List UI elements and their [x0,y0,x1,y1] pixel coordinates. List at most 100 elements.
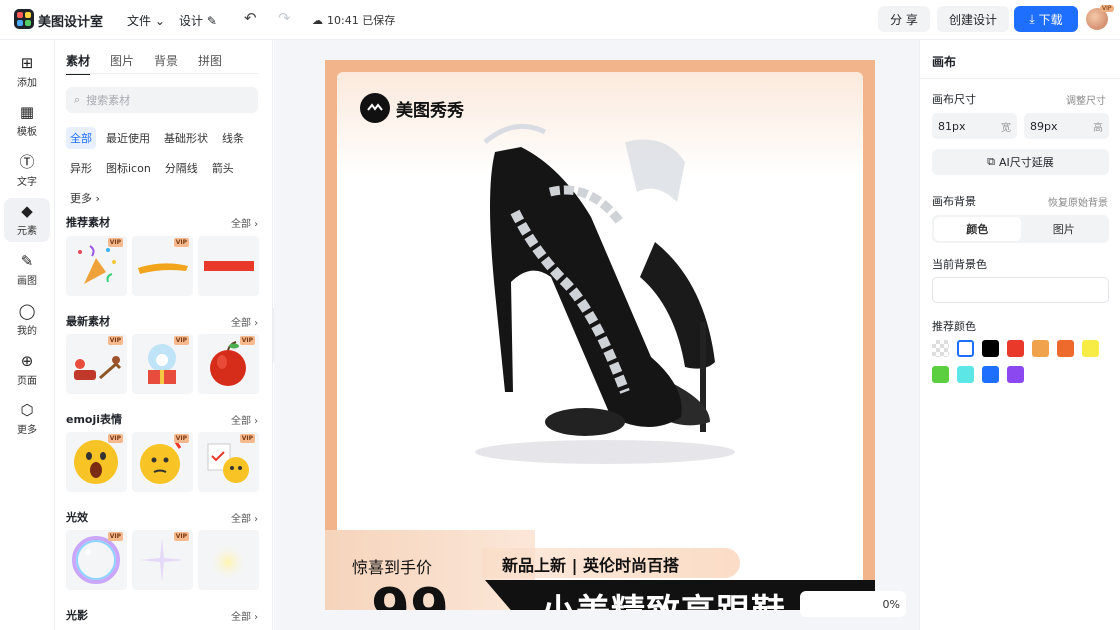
brush-stroke-sticker[interactable]: VIP [132,236,193,296]
rail-item-page[interactable]: ⊕ 页面 [4,348,50,392]
emoji-row: VIP VIP VIP [66,432,259,492]
divider [920,78,1120,79]
app-title: 美图设计室 [38,15,104,30]
color-swatch[interactable] [1082,340,1099,357]
glow-icon [208,542,248,582]
color-swatch[interactable] [932,366,949,383]
sleigh-sticker[interactable]: VIP [66,334,127,394]
file-menu[interactable]: 文件 ⌄ [127,12,165,29]
chevron-down-icon: ⌄ [154,14,165,28]
ai-extend-button[interactable]: ⧉ AI尺寸延展 [932,149,1109,175]
chip-all[interactable]: 全部 [66,127,96,149]
see-all-emoji[interactable]: 全部 › [231,412,258,427]
color-swatch[interactable] [1007,340,1024,357]
rail-item-mine[interactable]: ◯ 我的 [4,298,50,342]
current-color-picker[interactable] [932,277,1109,303]
recommended-colors-label: 推荐颜色 [932,320,976,333]
tab-image[interactable]: 图片 [1021,217,1108,241]
vip-tag: VIP [173,434,189,443]
edit-icon: ✎ [206,14,217,28]
checklist-emoji[interactable]: VIP [198,432,259,492]
category-chips: 全部 最近使用 基础形状 线条 异形 图标icon 分隔线 箭头 更多 › [66,127,266,209]
zoom-control[interactable]: 0% [800,591,906,617]
chip-more[interactable]: 更多 › [66,187,104,209]
template-icon: ▦ [19,103,35,121]
plus-square-icon: ⊞ [20,54,34,72]
section-title-light-shadow: 光影 [66,609,88,622]
high-heel-photo[interactable] [455,122,765,472]
headline-text[interactable]: 小美精致高跟鞋 [541,584,786,610]
sparkle-effect[interactable]: VIP [132,530,193,590]
party-popper-sticker[interactable]: VIP [66,236,127,296]
see-all-newest[interactable]: 全部 › [231,314,258,329]
rail-item-template[interactable]: ▦ 模板 [4,99,50,143]
color-swatch[interactable] [1032,340,1049,357]
color-swatch[interactable] [1057,340,1074,357]
cloud-icon: ☁ [312,13,323,27]
design-menu[interactable]: 设计 ✎ [179,12,217,29]
assets-panel: 素材 图片 背景 拼图 ⌕ 全部 最近使用 基础形状 线条 异形 图标icon … [55,40,273,630]
shocked-emoji[interactable]: VIP [66,432,127,492]
width-unit: 宽 [1001,122,1011,134]
chip-irregular[interactable]: 异形 [66,157,96,179]
chip-dividers[interactable]: 分隔线 [161,157,202,179]
color-swatch[interactable] [982,340,999,357]
tab-backgrounds[interactable]: 背景 [154,52,178,75]
rail-item-draw[interactable]: ✎ 画图 [4,248,50,292]
color-swatch[interactable] [932,340,949,357]
rail-item-more[interactable]: ⬡ 更多 [4,397,50,441]
undo-icon[interactable]: ↶ [244,9,257,27]
thinking-emoji[interactable]: VIP [132,432,193,492]
draw-icon: ✎ [20,252,34,270]
color-swatch[interactable] [982,366,999,383]
rail-item-elements[interactable]: ◆ 元素 [4,198,50,242]
glow-effect[interactable] [198,530,259,590]
top-bar: 美图设计室 文件 ⌄ 设计 ✎ ↶ ↷ ☁ 10:41 已保存 分 享 创建设计… [0,0,1120,40]
color-swatch[interactable] [1007,366,1024,383]
tab-color[interactable]: 颜色 [934,217,1021,241]
see-all-light-effects[interactable]: 全部 › [231,510,258,525]
width-value: 81px [938,119,966,133]
section-title-newest: 最新素材 [66,315,110,328]
color-swatch[interactable] [957,340,974,357]
download-button[interactable]: ⤓ 下载 [1014,6,1078,32]
search-box[interactable]: ⌕ [66,87,258,113]
height-field[interactable]: 89px 高 [1024,113,1109,139]
redo-icon[interactable]: ↷ [278,9,291,27]
search-input[interactable] [86,93,247,107]
restore-background-link[interactable]: 恢复原始背景 [1048,194,1108,209]
tab-collage[interactable]: 拼图 [198,52,222,75]
apple-sticker[interactable]: VIP [198,334,259,394]
chip-lines[interactable]: 线条 [218,127,248,149]
price-text[interactable]: 99 [371,580,449,611]
red-bar-sticker[interactable] [198,236,259,296]
bubble-effect[interactable]: VIP [66,530,127,590]
canvas-background-label: 画布背景 [932,195,976,208]
chip-icons[interactable]: 图标icon [102,157,155,179]
vip-tag: VIP [173,336,189,345]
resize-link[interactable]: 调整尺寸 [1066,92,1106,107]
snow-globe-sticker[interactable]: VIP [132,334,193,394]
app-logo-icon [14,9,34,29]
design-canvas[interactable]: 美图秀秀 惊喜到手价 ¥ 99 新品上新 | 英伦时尚百搭 小美精致高跟鞋 [325,60,875,610]
download-icon: ⤓ [1029,11,1035,26]
rail-item-add[interactable]: ⊞ 添加 [4,50,50,94]
chip-arrows[interactable]: 箭头 [208,157,238,179]
tagline-text[interactable]: 新品上新 | 英伦时尚百搭 [502,552,679,576]
vip-tag: VIP [107,238,123,247]
share-button[interactable]: 分 享 [878,6,930,32]
promo-label[interactable]: 惊喜到手价 [352,554,432,578]
width-field[interactable]: 81px 宽 [932,113,1017,139]
chip-basic-shapes[interactable]: 基础形状 [160,127,212,149]
rail-item-text[interactable]: Ⓣ 文字 [4,149,50,193]
see-all-light-shadow[interactable]: 全部 › [231,608,258,623]
newest-row: VIP VIP VIP [66,334,259,394]
height-unit: 高 [1093,122,1103,134]
chip-recent[interactable]: 最近使用 [102,127,154,149]
tab-images[interactable]: 图片 [110,52,134,75]
color-swatch[interactable] [957,366,974,383]
section-title-recommended: 推荐素材 [66,216,110,229]
tab-materials[interactable]: 素材 [66,52,91,75]
create-design-button[interactable]: 创建设计 [937,6,1009,32]
see-all-recommended[interactable]: 全部 › [231,215,258,230]
